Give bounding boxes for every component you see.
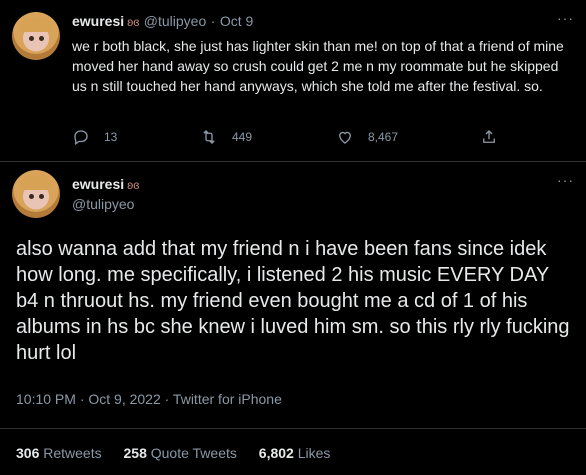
retweet-button[interactable]: 449 [200,128,252,146]
reply-icon [74,130,88,146]
divider [0,428,586,429]
handle[interactable]: @tulipyeo [144,13,206,29]
tweet-parent[interactable]: ewuresi ʚɞ @tulipyeo · Oct 9 ··· we r bot… [0,0,586,160]
tweet-date[interactable]: Oct 9 [220,13,253,29]
divider [0,161,586,162]
retweet-count: 449 [232,130,253,144]
heart-icon [339,131,351,144]
tweet-stats: 306 Retweets 258 Quote Tweets 6,802 Like… [16,445,348,461]
reply-count: 13 [104,130,118,144]
display-name[interactable]: ewuresi [72,13,124,29]
tweet-header: ewuresi ʚɞ @tulipyeo · Oct 9 [72,13,253,31]
hands-heart-icon: ʚɞ [127,178,140,192]
action-bar: 13 449 8,467 [72,128,512,148]
retweet-icon [203,130,215,144]
retweets-stat[interactable]: 306 Retweets [16,445,102,461]
share-icon [483,130,495,143]
tweet-text: we r both black, she just has lighter sk… [72,38,564,94]
tweet-text: also wanna add that my friend n i have b… [16,238,570,364]
like-button[interactable]: 8,467 [336,128,398,146]
avatar[interactable] [12,170,60,218]
handle[interactable]: @tulipyeo [72,196,134,212]
like-count: 8,467 [368,130,399,144]
likes-stat[interactable]: 6,802 Likes [259,445,331,461]
more-options-icon[interactable]: ··· [557,172,574,188]
avatar[interactable] [12,12,60,60]
share-button[interactable] [480,128,512,146]
quote-tweets-stat[interactable]: 258 Quote Tweets [124,445,237,461]
hands-heart-icon: ʚɞ [127,15,140,29]
separator: · [210,13,216,29]
more-options-icon[interactable]: ··· [557,10,574,26]
reply-button[interactable]: 13 [72,128,117,146]
display-name[interactable]: ewuresi [72,176,124,192]
tweet-header: ewuresi ʚɞ [72,176,139,194]
tweet-timestamp[interactable]: 10:10 PM · Oct 9, 2022 · Twitter for iPh… [16,391,282,407]
